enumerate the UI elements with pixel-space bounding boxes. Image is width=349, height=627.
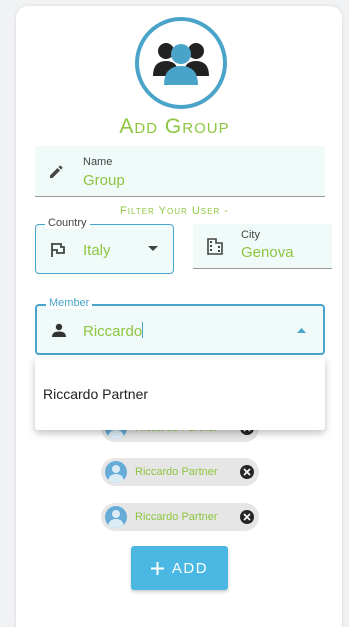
- member-input[interactable]: Riccardo: [83, 322, 144, 340]
- filter-section-title: Filter Your User -: [120, 205, 229, 217]
- person-icon: [52, 323, 66, 337]
- member-chip[interactable]: Riccardo Partner: [101, 458, 259, 486]
- member-input-value: Riccardo: [83, 323, 143, 340]
- chevron-up-icon[interactable]: [297, 328, 306, 333]
- building-icon: [207, 238, 223, 255]
- member-chip[interactable]: Riccardo Partner: [101, 503, 259, 531]
- country-select[interactable]: Country Italy: [35, 217, 174, 274]
- member-autocomplete-label: Member: [46, 297, 93, 309]
- name-field[interactable]: Name Group: [35, 146, 325, 197]
- dropdown-option[interactable]: Riccardo Partner: [43, 386, 148, 402]
- city-field-label: City: [241, 229, 260, 241]
- person-avatar-icon: [105, 461, 127, 483]
- flag-icon: [51, 243, 65, 257]
- country-select-label: Country: [45, 217, 90, 229]
- city-field[interactable]: City Genova: [193, 224, 332, 269]
- pencil-icon: [50, 165, 63, 178]
- group-icon: [153, 43, 209, 85]
- country-select-value: Italy: [83, 242, 111, 259]
- group-avatar: [135, 17, 227, 109]
- chip-label: Riccardo Partner: [135, 511, 218, 523]
- close-icon[interactable]: [240, 510, 254, 524]
- member-autocomplete[interactable]: Member Riccardo: [35, 297, 325, 355]
- chevron-down-icon[interactable]: [148, 246, 158, 252]
- plus-icon: [150, 561, 164, 575]
- person-avatar-icon: [105, 506, 127, 528]
- add-button[interactable]: ADD: [131, 546, 228, 590]
- city-field-value: Genova: [241, 244, 294, 261]
- name-field-label: Name: [83, 156, 113, 168]
- member-options-dropdown: Riccardo Partner: [35, 358, 325, 430]
- page-title: Add Group: [119, 115, 230, 138]
- add-button-label: ADD: [171, 559, 209, 577]
- close-icon[interactable]: [240, 465, 254, 479]
- name-field-value: Group: [83, 172, 125, 189]
- chip-label: Riccardo Partner: [135, 466, 218, 478]
- text-cursor: [142, 322, 144, 338]
